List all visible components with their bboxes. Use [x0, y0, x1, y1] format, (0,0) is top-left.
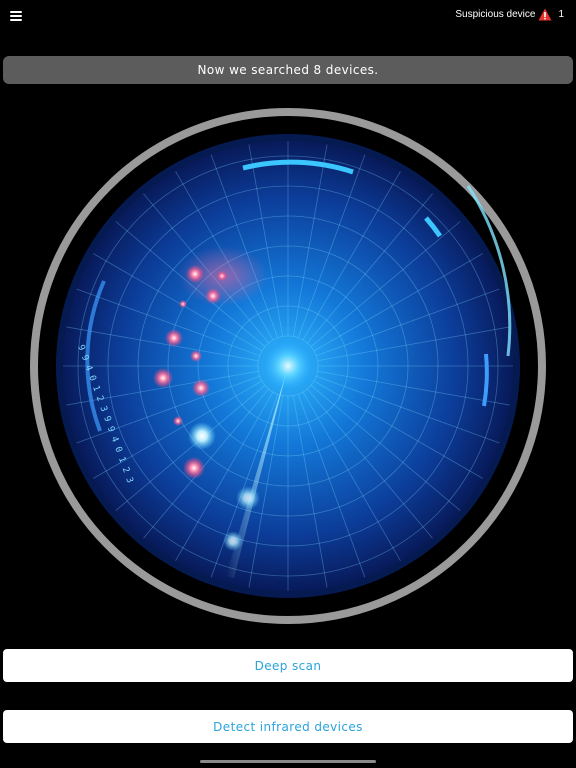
menu-line: [10, 19, 22, 21]
detect-infrared-button[interactable]: Detect infrared devices: [3, 710, 573, 743]
app-screen: Suspicious device 1 Now we searched 8 de…: [0, 0, 576, 768]
suspicious-device-count: 1: [558, 9, 564, 20]
device-dot: [217, 271, 227, 281]
home-indicator: [200, 760, 376, 763]
suspicious-device-indicator[interactable]: Suspicious device 1: [455, 8, 564, 21]
device-dot-highlight: [236, 486, 260, 510]
menu-line: [10, 11, 22, 13]
device-dot-highlight: [223, 531, 243, 551]
device-dot: [186, 265, 204, 283]
device-dot: [205, 288, 221, 304]
device-dot-highlight: [188, 422, 216, 450]
deep-scan-label: Deep scan: [254, 658, 322, 673]
suspicious-device-label: Suspicious device: [455, 9, 536, 20]
device-dot: [183, 457, 205, 479]
device-dot: [192, 379, 210, 397]
device-dot: [165, 329, 183, 347]
detect-infrared-label: Detect infrared devices: [213, 719, 363, 734]
scan-status-bar: Now we searched 8 devices.: [3, 56, 573, 84]
device-dot: [190, 350, 202, 362]
radar-display: 9 9 4 0 1 2 3 9 9 4 0 1 2 3: [30, 108, 546, 624]
deep-scan-button[interactable]: Deep scan: [3, 649, 573, 682]
radar-center-glow: [262, 340, 314, 392]
warning-icon: [538, 8, 552, 21]
device-dot: [173, 416, 183, 426]
device-dot: [179, 300, 187, 308]
menu-line: [10, 15, 22, 17]
scan-status-message: Now we searched 8 devices.: [197, 63, 379, 77]
device-dot: [153, 368, 173, 388]
hamburger-menu-icon[interactable]: [10, 10, 24, 22]
